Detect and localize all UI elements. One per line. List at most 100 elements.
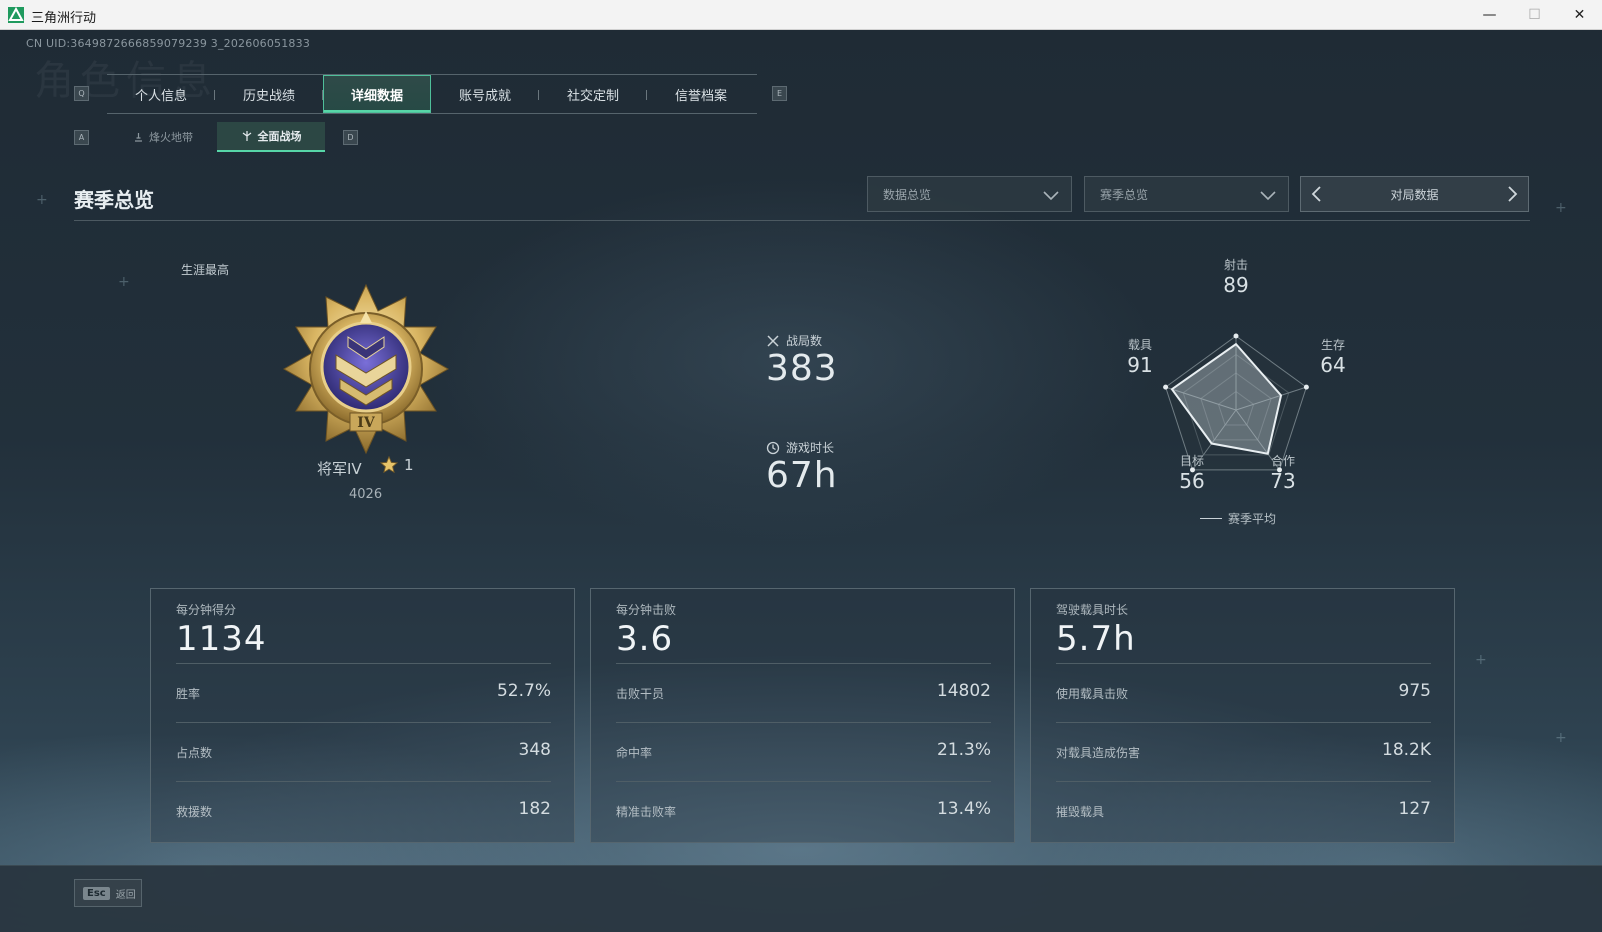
tab-achievements[interactable]: 账号成就 xyxy=(431,75,539,113)
stat-row: 救援数 182 xyxy=(176,781,551,839)
radar-vertex-dot xyxy=(1233,333,1239,339)
radar-vertex-dot xyxy=(1303,384,1309,390)
playtime-label-row: 游戏时长 xyxy=(766,439,834,456)
legend-line xyxy=(1200,518,1222,519)
maximize-button[interactable]: ☐ xyxy=(1512,0,1557,30)
tab-label: 账号成就 xyxy=(458,88,511,104)
back-label: 返回 xyxy=(115,889,136,901)
stat-label: 使用载具击败 xyxy=(1056,687,1129,701)
data-overview-dropdown[interactable]: 数据总览 xyxy=(867,176,1072,212)
card-title: 每分钟得分 xyxy=(176,603,237,617)
svg-text:IV: IV xyxy=(357,415,376,431)
key-hint-e: E xyxy=(772,86,787,101)
uid-text: CN UID:3649872666859079239 3_20260605183… xyxy=(26,37,311,50)
stat-row: 占点数 348 xyxy=(176,722,551,780)
matches-label-row: 战局数 xyxy=(766,332,822,349)
delta-logo-icon xyxy=(8,7,24,23)
decor-crosshair: + xyxy=(1555,730,1567,746)
window-title: 三角洲行动 xyxy=(31,11,97,26)
chevron-right-icon[interactable] xyxy=(1502,184,1522,204)
radar-value-cooperation: 73 xyxy=(1270,469,1296,493)
beacon-icon xyxy=(135,132,142,142)
radar-label-cooperation: 合作 xyxy=(1270,454,1295,468)
tab-label: 社交定制 xyxy=(566,88,619,104)
stat-label: 胜率 xyxy=(176,687,201,701)
stat-label: 命中率 xyxy=(616,746,653,760)
tab-match-history[interactable]: 历史战绩 xyxy=(215,75,323,113)
tab-label: 个人信息 xyxy=(134,88,187,104)
matches-label: 战局数 xyxy=(786,334,823,348)
radar-legend: 赛季平均 xyxy=(1200,510,1276,527)
stat-row: 摧毁载具 127 xyxy=(1056,781,1431,839)
stat-label: 击败干员 xyxy=(616,687,665,701)
footer-bar: Esc 返回 xyxy=(0,865,1602,932)
card-title: 每分钟击败 xyxy=(616,603,677,617)
battlefield-icon xyxy=(242,131,251,141)
card-title: 驾驶载具时长 xyxy=(1056,603,1129,617)
stat-row: 使用载具击败 975 xyxy=(1056,663,1431,721)
stat-label: 救援数 xyxy=(176,805,213,819)
stat-row: 精准击败率 13.4% xyxy=(616,781,991,839)
close-button[interactable]: ✕ xyxy=(1557,0,1602,30)
playtime-value: 67h xyxy=(766,455,838,496)
tab-credit-record[interactable]: 信誉档案 xyxy=(647,75,755,113)
stat-value: 127 xyxy=(1398,799,1431,819)
stat-value: 975 xyxy=(1398,681,1431,701)
chevron-down-icon xyxy=(1043,191,1059,201)
score-per-minute-card: 每分钟得分 1134 胜率 52.7% 占点数 348 救援数 182 xyxy=(150,588,575,843)
key-hint-q: Q xyxy=(74,86,89,101)
chevron-down-icon xyxy=(1260,191,1276,201)
decor-crosshair: + xyxy=(36,192,48,208)
maximize-icon: ☐ xyxy=(1528,7,1541,23)
radar-value-objective: 56 xyxy=(1179,469,1205,493)
season-overview-dropdown[interactable]: 赛季总览 xyxy=(1084,176,1289,212)
main-panel: 角色信息 CN UID:3649872666859079239 3_202606… xyxy=(0,30,1602,932)
kills-per-minute-card: 每分钟击败 3.6 击败干员 14802 命中率 21.3% 精准击败率 13.4% xyxy=(590,588,1015,843)
match-data-label: 对局数据 xyxy=(1390,187,1439,202)
decor-crosshair: + xyxy=(118,274,130,290)
tab-label: 信誉档案 xyxy=(674,88,727,104)
sub-tabs: 烽火地带 全面战场 xyxy=(109,122,325,152)
stat-row: 击败干员 14802 xyxy=(616,663,991,721)
stat-row: 对载具造成伤害 18.2K xyxy=(1056,722,1431,780)
stat-value: 13.4% xyxy=(936,799,991,819)
chevron-left-icon[interactable] xyxy=(1307,184,1327,204)
match-data-selector: 对局数据 xyxy=(1300,176,1529,212)
stat-label: 占点数 xyxy=(176,746,213,760)
decor-crosshair: + xyxy=(1475,652,1487,668)
radar-value-vehicle: 91 xyxy=(1127,353,1153,377)
clock-icon xyxy=(766,441,780,454)
crossed-swords-icon xyxy=(767,334,779,347)
rank-stars: 1 xyxy=(380,456,414,474)
radar-value-shooting: 89 xyxy=(1223,273,1249,297)
legend-label: 赛季平均 xyxy=(1228,512,1277,526)
window-titlebar: 三角洲行动 — ☐ ✕ xyxy=(0,0,1602,30)
key-hint-d: D xyxy=(343,130,358,145)
tab-detailed-data[interactable]: 详细数据 xyxy=(323,75,431,113)
stat-value: 18.2K xyxy=(1382,740,1431,760)
general-rank-badge-icon: IV xyxy=(282,283,450,455)
tab-social-custom[interactable]: 社交定制 xyxy=(539,75,647,113)
radar-label-vehicle: 载具 xyxy=(1127,338,1152,352)
tab-label: 详细数据 xyxy=(350,88,403,104)
esc-key-hint: Esc xyxy=(83,886,110,900)
minimize-button[interactable]: — xyxy=(1467,0,1512,30)
key-hint-a: A xyxy=(74,130,89,145)
dropdown-value: 赛季总览 xyxy=(1100,187,1149,202)
stat-value: 14802 xyxy=(936,681,991,701)
career-highest-label: 生涯最高 xyxy=(181,263,230,277)
section-divider xyxy=(74,220,1530,221)
decor-crosshair: + xyxy=(1555,200,1567,216)
subtab-full-battlefield[interactable]: 全面战场 xyxy=(217,122,325,152)
stat-value: 348 xyxy=(518,740,551,760)
star-icon xyxy=(380,456,398,474)
radar-label-survival: 生存 xyxy=(1320,338,1345,352)
stat-value: 21.3% xyxy=(936,740,991,760)
close-icon: ✕ xyxy=(1573,7,1586,23)
subtab-beacon-zone[interactable]: 烽火地带 xyxy=(109,122,217,152)
section-title: 赛季总览 xyxy=(74,188,154,212)
star-count: 1 xyxy=(404,456,414,474)
tab-personal-info[interactable]: 个人信息 xyxy=(107,75,215,113)
radar-vertex-dot xyxy=(1163,384,1169,390)
back-button[interactable]: Esc 返回 xyxy=(74,879,142,907)
